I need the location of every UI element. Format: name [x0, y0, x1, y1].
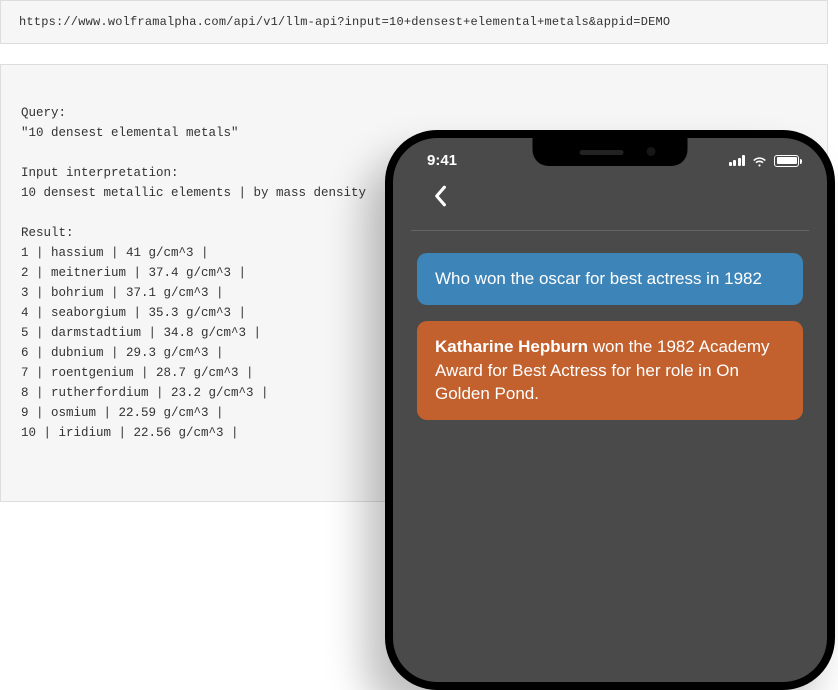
result-row: 10 | iridium | 22.56 g/cm^3 | [21, 426, 239, 440]
phone-notch [533, 138, 688, 166]
result-row: 8 | rutherfordium | 23.2 g/cm^3 | [21, 386, 269, 400]
interpretation-value: 10 densest metallic elements | by mass d… [21, 186, 366, 200]
url-text: https://www.wolframalpha.com/api/v1/llm-… [19, 15, 670, 29]
result-label: Result: [21, 226, 74, 240]
interpretation-label: Input interpretation: [21, 166, 179, 180]
result-row: 3 | bohrium | 37.1 g/cm^3 | [21, 286, 224, 300]
result-row: 6 | dubnium | 29.3 g/cm^3 | [21, 346, 224, 360]
nav-back-row [411, 177, 809, 231]
result-row: 5 | darmstadtium | 34.8 g/cm^3 | [21, 326, 261, 340]
result-row: 4 | seaborgium | 35.3 g/cm^3 | [21, 306, 246, 320]
battery-icon [774, 155, 799, 167]
chat-messages: Who won the oscar for best actress in 19… [393, 231, 827, 442]
signal-icon [729, 155, 746, 166]
result-row: 7 | roentgenium | 28.7 g/cm^3 | [21, 366, 254, 380]
front-camera [647, 147, 656, 156]
assistant-reply-bold: Katharine Hepburn [435, 337, 588, 356]
status-icons [729, 155, 800, 167]
assistant-message[interactable]: Katharine Hepburn won the 1982 Academy A… [417, 321, 803, 420]
url-bar[interactable]: https://www.wolframalpha.com/api/v1/llm-… [0, 0, 828, 44]
speaker-slot [579, 150, 623, 155]
result-row: 1 | hassium | 41 g/cm^3 | [21, 246, 209, 260]
query-value: "10 densest elemental metals" [21, 126, 239, 140]
user-message-text: Who won the oscar for best actress in 19… [435, 269, 762, 288]
result-row: 2 | meitnerium | 37.4 g/cm^3 | [21, 266, 246, 280]
user-message[interactable]: Who won the oscar for best actress in 19… [417, 253, 803, 305]
result-row: 9 | osmium | 22.59 g/cm^3 | [21, 406, 224, 420]
status-time: 9:41 [427, 152, 457, 169]
back-icon[interactable] [433, 185, 449, 209]
phone-screen: 9:41 Who won the osca [393, 138, 827, 682]
wifi-icon [751, 155, 768, 167]
phone-device: 9:41 Who won the osca [385, 130, 835, 690]
query-label: Query: [21, 106, 66, 120]
